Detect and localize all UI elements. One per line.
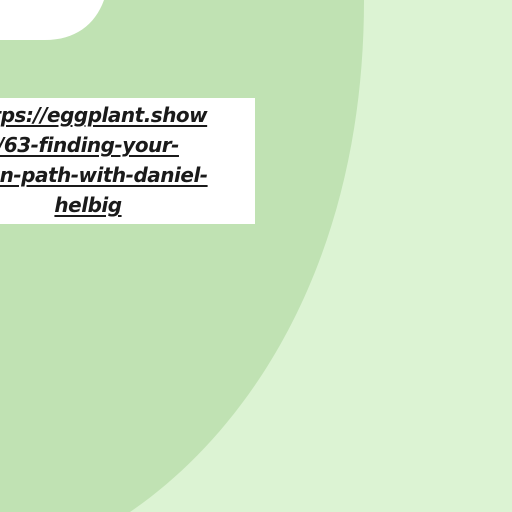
slide-canvas: https://eggplant.show /63-finding-your- …: [0, 0, 512, 512]
link-line-3: own-path-with-daniel-: [0, 163, 208, 187]
link-panel: https://eggplant.show /63-finding-your- …: [0, 98, 255, 224]
background-graphic: [0, 0, 512, 512]
episode-link[interactable]: https://eggplant.show /63-finding-your- …: [0, 100, 253, 220]
link-line-2: /63-finding-your-: [0, 133, 179, 157]
link-line-4: helbig: [54, 193, 122, 217]
link-line-1: https://eggplant.show: [0, 103, 208, 127]
